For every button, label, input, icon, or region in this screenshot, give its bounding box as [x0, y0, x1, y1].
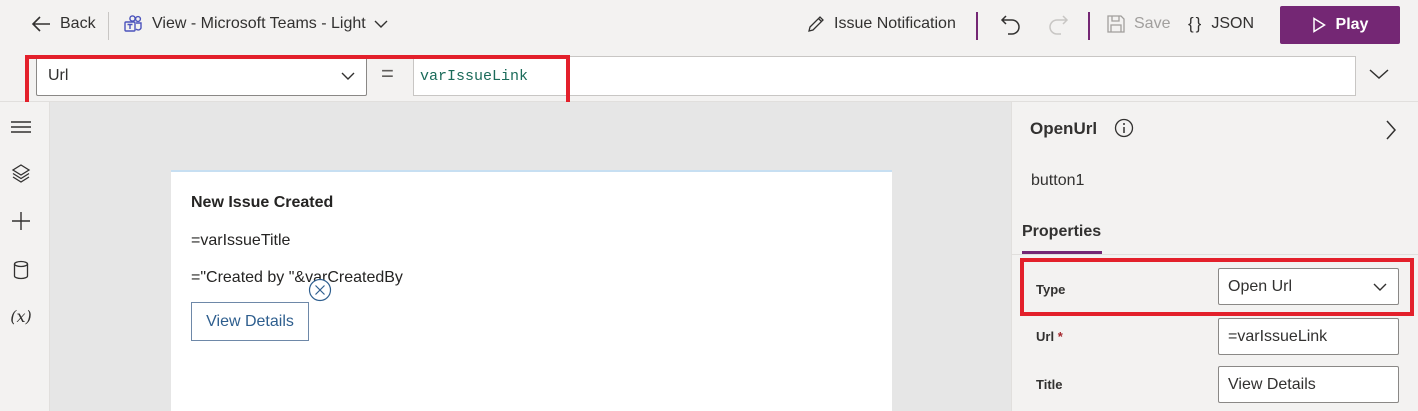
plus-icon: [12, 212, 30, 230]
menu-button[interactable]: [10, 116, 32, 138]
close-circle-icon[interactable]: [308, 278, 332, 302]
type-dropdown[interactable]: Open Url: [1218, 268, 1399, 305]
view-dropdown[interactable]: View - Microsoft Teams - Light: [124, 14, 388, 34]
play-button[interactable]: Play: [1280, 6, 1400, 44]
undo-icon: [1000, 15, 1020, 35]
chevron-down-icon: [374, 20, 388, 28]
properties-panel: OpenUrl button1 Properties Type Open Url…: [1011, 102, 1418, 411]
play-label: Play: [1335, 16, 1369, 33]
redo-button[interactable]: [1047, 13, 1069, 40]
back-label: Back: [60, 15, 96, 32]
title-input[interactable]: View Details: [1218, 366, 1399, 403]
card-created-by[interactable]: ="Created by "&varCreatedBy: [191, 269, 403, 287]
adaptive-card: New Issue Created =varIssueTitle ="Creat…: [171, 170, 892, 411]
tab-properties[interactable]: Properties: [1022, 223, 1102, 254]
type-label: Type: [1036, 282, 1066, 297]
canvas: New Issue Created =varIssueTitle ="Creat…: [50, 102, 1011, 411]
equals-sign: =: [381, 61, 394, 86]
chevron-right-icon: [1386, 120, 1397, 140]
chevron-down-icon: [1373, 283, 1387, 291]
save-button[interactable]: Save: [1106, 14, 1170, 34]
separator: [1088, 12, 1090, 40]
play-icon: [1312, 17, 1326, 33]
url-value: =varIssueLink: [1228, 327, 1328, 345]
variables-button[interactable]: (x): [10, 305, 32, 327]
element-name: button1: [1031, 172, 1085, 189]
url-input[interactable]: =varIssueLink: [1218, 318, 1399, 355]
formula-input[interactable]: varIssueLink: [413, 56, 1356, 96]
save-icon: [1107, 15, 1125, 33]
divider: [1012, 254, 1418, 255]
formula-text: varIssueLink: [420, 67, 529, 85]
chevron-down-icon: [341, 72, 355, 80]
property-value: Url: [48, 67, 69, 84]
variable-icon: (x): [10, 306, 32, 326]
layers-icon: [11, 164, 31, 183]
property-dropdown[interactable]: Url: [36, 56, 367, 96]
action-title: OpenUrl: [1030, 119, 1098, 138]
issue-notification-label: Issue Notification: [834, 15, 956, 32]
separator: [976, 12, 978, 40]
database-icon: [13, 260, 29, 280]
info-button[interactable]: [1114, 118, 1134, 141]
type-value: Open Url: [1228, 277, 1293, 295]
card-issue-title[interactable]: =varIssueTitle: [191, 232, 290, 250]
view-details-button[interactable]: View Details: [191, 302, 309, 341]
command-bar: Back View - Microsoft Teams - Light Issu…: [0, 0, 1418, 52]
tree-view-button[interactable]: [10, 162, 32, 184]
data-button[interactable]: [10, 259, 32, 281]
left-rail: (x): [0, 102, 50, 411]
save-label: Save: [1134, 15, 1171, 32]
expand-formula-button[interactable]: [1368, 66, 1390, 85]
url-label: Url *: [1036, 329, 1063, 344]
view-label: View - Microsoft Teams - Light: [152, 15, 366, 32]
json-button[interactable]: {} JSON: [1188, 14, 1254, 34]
issue-notification-rename[interactable]: Issue Notification: [806, 14, 956, 34]
redo-icon: [1049, 15, 1069, 35]
back-button[interactable]: Back: [30, 14, 96, 34]
title-value: View Details: [1228, 375, 1316, 393]
separator: [108, 12, 109, 40]
hamburger-icon: [11, 121, 31, 133]
formula-bar: Url = varIssueLink: [0, 52, 1418, 102]
info-icon: [1114, 118, 1134, 138]
braces-icon: {}: [1188, 14, 1204, 33]
title-label: Title: [1036, 377, 1063, 392]
expand-panel-button[interactable]: [1384, 119, 1398, 144]
insert-button[interactable]: [10, 210, 32, 232]
undo-button[interactable]: [1000, 13, 1022, 40]
teams-icon: [124, 15, 142, 32]
card-title[interactable]: New Issue Created: [191, 194, 333, 212]
arrow-left-icon: [31, 16, 50, 32]
json-label: JSON: [1211, 15, 1255, 32]
url-label-text: Url: [1036, 329, 1055, 344]
chevron-down-icon: [1369, 69, 1389, 80]
pencil-icon: [808, 16, 824, 32]
required-mark: *: [1057, 329, 1063, 344]
